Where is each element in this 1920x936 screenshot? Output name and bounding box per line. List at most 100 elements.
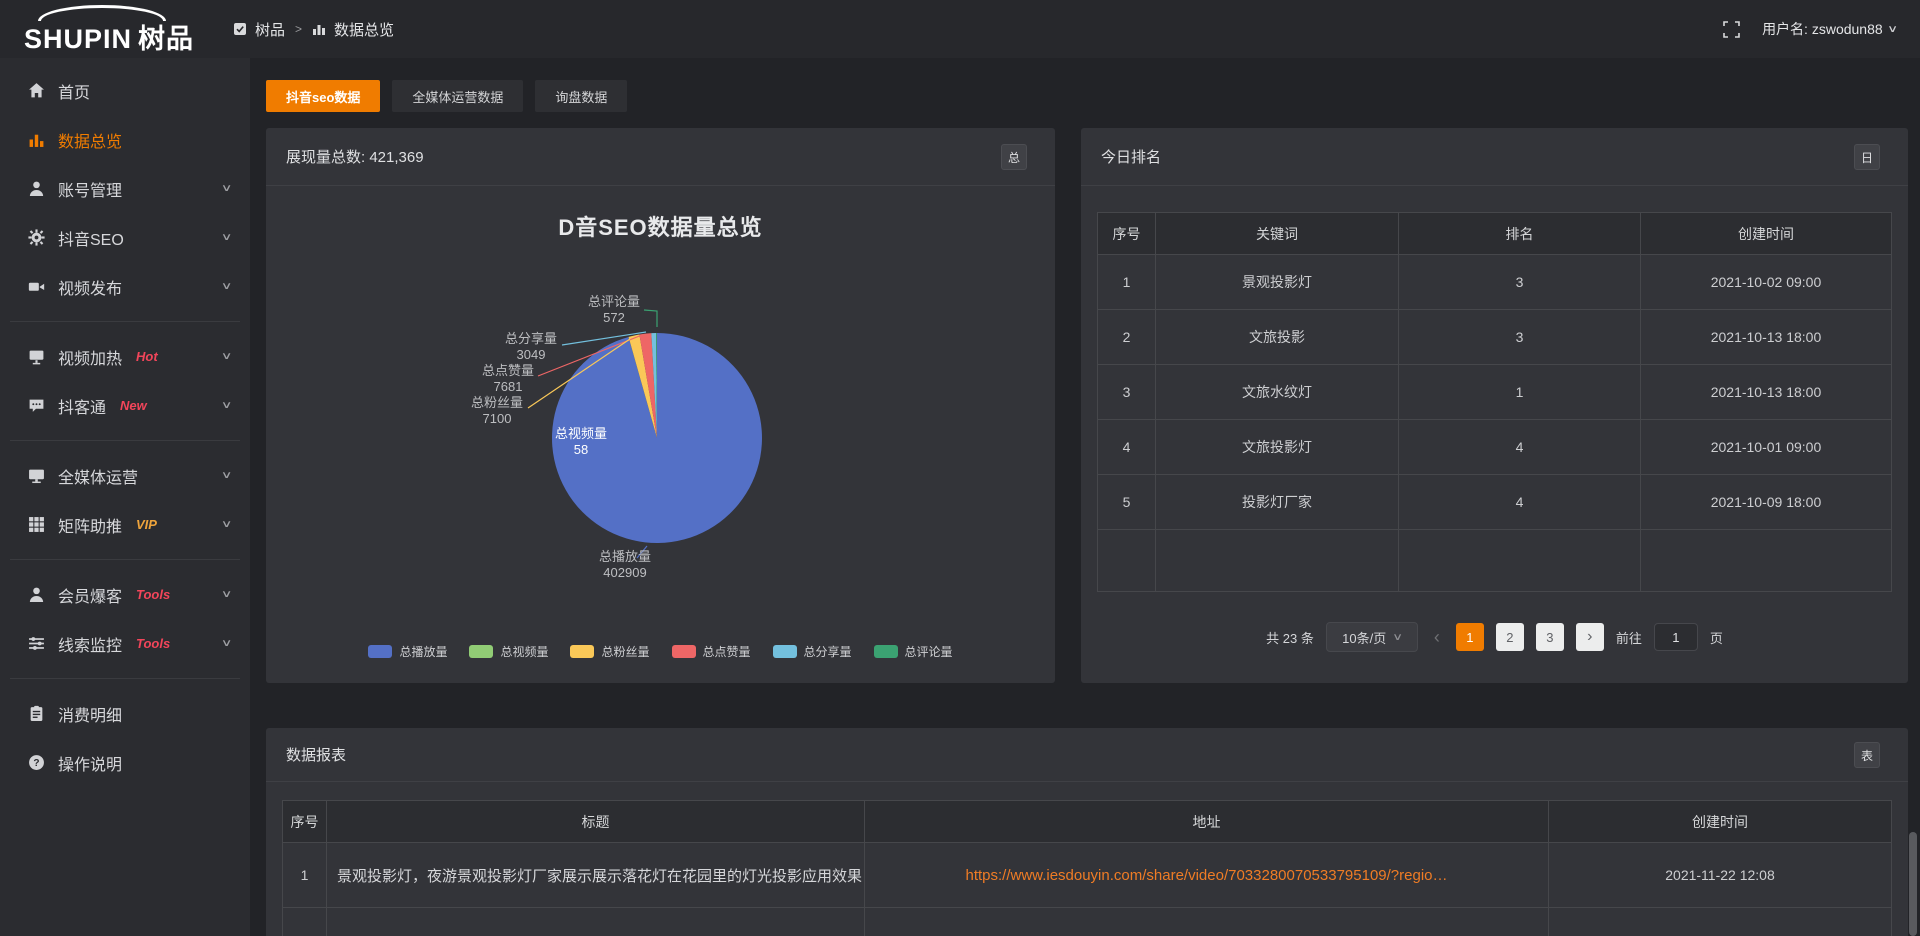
sidebar-item-video-publish[interactable]: 视频发布 ∨	[0, 262, 250, 311]
video-camera-icon	[28, 278, 45, 295]
svg-text:?: ?	[33, 758, 39, 769]
legend-item-plays[interactable]: 总播放量	[368, 643, 447, 660]
username-label: 用户名: zswodun88	[1762, 19, 1883, 39]
today-rank-panel: 今日排名 日 序号 关键词 排名 创建时间 1景观投影灯32021-10-02 …	[1081, 128, 1908, 683]
legend-chip	[368, 645, 392, 658]
col-url: 地址	[865, 801, 1549, 842]
chart-legend: 总播放量 总视频量 总粉丝量 总点赞量 总分享量 总评论量	[266, 643, 1055, 660]
sidebar-item-help[interactable]: ? 操作说明	[0, 738, 250, 787]
pie-label-videos: 总视频量58	[533, 426, 629, 458]
chevron-down-icon: ∨	[220, 351, 232, 362]
sliders-icon	[28, 635, 45, 652]
video-url-link[interactable]: https://www.iesdouyin.com/share/video/70…	[966, 867, 1448, 884]
vertical-scrollbar[interactable]	[1909, 832, 1917, 936]
col-rank: 排名	[1399, 213, 1641, 254]
col-created: 创建时间	[1641, 213, 1891, 254]
sidebar-divider	[10, 321, 240, 322]
legend-item-fans[interactable]: 总粉丝量	[570, 643, 649, 660]
page-button-3[interactable]: 3	[1536, 623, 1564, 651]
table-view-button[interactable]: 表	[1854, 742, 1880, 768]
chevron-down-icon: ∨	[220, 400, 232, 411]
col-no: 序号	[283, 801, 327, 842]
sidebar-item-data-overview[interactable]: 数据总览	[0, 115, 250, 164]
sidebar-divider	[10, 678, 240, 679]
report-panel-title: 数据报表	[286, 744, 346, 765]
sidebar-item-media-operation[interactable]: 全媒体运营 ∨	[0, 451, 250, 500]
table-row: 4文旅投影灯42021-10-01 09:00	[1098, 420, 1891, 475]
breadcrumb: 树品 > 数据总览	[233, 19, 394, 40]
app-logo: SHUPIN树品	[24, 0, 233, 58]
chevron-down-icon: ∨	[1392, 632, 1403, 643]
fullscreen-icon[interactable]	[1723, 21, 1740, 38]
sidebar-divider	[10, 559, 240, 560]
chevron-down-icon: ∨	[220, 183, 232, 194]
col-title: 标题	[327, 801, 865, 842]
chevron-down-icon: ∨	[220, 519, 232, 530]
sidebar-item-account[interactable]: 账号管理 ∨	[0, 164, 250, 213]
badge-tools: Tools	[136, 587, 170, 602]
legend-chip	[773, 645, 797, 658]
report-panel-header: 数据报表	[266, 728, 1908, 782]
tab-inquiry-data[interactable]: 询盘数据	[535, 80, 627, 112]
main-content: 抖音seo数据 全媒体运营数据 询盘数据 展现量总数: 421,369 总 D音…	[250, 58, 1920, 936]
gear-icon	[28, 229, 45, 246]
table-row-partial	[283, 908, 1891, 936]
video-title-cell: 景观投影灯，夜游景观投影灯厂家展示展示落花灯在花园里的灯光投影应用效果 #	[327, 843, 865, 907]
logo-text: SHUPIN	[24, 24, 132, 54]
tab-media-operation-data[interactable]: 全媒体运营数据	[392, 80, 523, 112]
badge-vip: VIP	[136, 517, 157, 532]
chevron-down-icon: ∨	[220, 281, 232, 292]
col-keyword: 关键词	[1156, 213, 1399, 254]
page-button-1[interactable]: 1	[1456, 623, 1484, 651]
col-no: 序号	[1098, 213, 1156, 254]
badge-new: New	[120, 398, 147, 413]
page-size-select[interactable]: 10条/页 ∨	[1326, 622, 1418, 652]
report-table: 序号 标题 地址 创建时间 1 景观投影灯，夜游景观投影灯厂家展示展示落花灯在花…	[282, 800, 1892, 936]
legend-item-shares[interactable]: 总分享量	[773, 643, 852, 660]
sidebar-item-video-heat[interactable]: 视频加热 Hot ∨	[0, 332, 250, 381]
legend-item-comments[interactable]: 总评论量	[874, 643, 953, 660]
breadcrumb-current: 数据总览	[334, 19, 394, 40]
chat-bubble-icon	[28, 397, 45, 414]
user-menu[interactable]: 用户名: zswodun88 ∨	[1762, 19, 1896, 39]
sidebar-item-douyin-seo[interactable]: 抖音SEO ∨	[0, 213, 250, 262]
legend-item-likes[interactable]: 总点赞量	[672, 643, 751, 660]
page-button-2[interactable]: 2	[1496, 623, 1524, 651]
grid-icon	[28, 516, 45, 533]
table-row: 2文旅投影32021-10-13 18:00	[1098, 310, 1891, 365]
col-created: 创建时间	[1549, 801, 1891, 842]
total-view-button[interactable]: 总	[1001, 144, 1027, 170]
chevron-down-icon: ∨	[220, 589, 232, 600]
sidebar-item-douketong[interactable]: 抖客通 New ∨	[0, 381, 250, 430]
screen-icon	[28, 348, 45, 365]
impressions-total: 展现量总数: 421,369	[286, 146, 424, 167]
table-row-empty	[1098, 530, 1891, 592]
daily-view-button[interactable]: 日	[1854, 144, 1880, 170]
rank-table-header: 序号 关键词 排名 创建时间	[1098, 213, 1891, 255]
data-tabs: 抖音seo数据 全媒体运营数据 询盘数据	[266, 80, 1908, 112]
pie-label-likes: 总点赞量7681	[460, 363, 556, 395]
legend-chip	[672, 645, 696, 658]
table-row: 3文旅水纹灯12021-10-13 18:00	[1098, 365, 1891, 420]
chevron-down-icon: ∨	[220, 470, 232, 481]
pie-label-plays: 总播放量402909	[577, 549, 673, 581]
sidebar-item-consume-detail[interactable]: 消费明细	[0, 689, 250, 738]
goto-page-input[interactable]	[1654, 623, 1698, 651]
chevron-down-icon: ∨	[1887, 24, 1898, 35]
sidebar-item-matrix-boost[interactable]: 矩阵助推 VIP ∨	[0, 500, 250, 549]
legend-item-videos[interactable]: 总视频量	[469, 643, 548, 660]
breadcrumb-home[interactable]: 树品	[255, 19, 285, 40]
pagination: 共 23 条 10条/页 ∨ ‹ 1 2 3 › 前往 页	[1081, 622, 1908, 652]
prev-page-button[interactable]: ‹	[1430, 627, 1444, 648]
top-bar: SHUPIN树品 树品 > 数据总览 用户名: zswodun88 ∨	[0, 0, 1920, 58]
table-row: 1 景观投影灯，夜游景观投影灯厂家展示展示落花灯在花园里的灯光投影应用效果 # …	[283, 843, 1891, 908]
tab-douyin-seo-data[interactable]: 抖音seo数据	[266, 80, 380, 112]
sidebar-item-leads-monitor[interactable]: 线索监控 Tools ∨	[0, 619, 250, 668]
sidebar-item-member-baoke[interactable]: 会员爆客 Tools ∨	[0, 570, 250, 619]
rank-panel-header: 今日排名	[1081, 128, 1908, 186]
next-page-button[interactable]: ›	[1576, 623, 1604, 651]
table-row: 1景观投影灯32021-10-02 09:00	[1098, 255, 1891, 310]
sidebar-item-home[interactable]: 首页	[0, 66, 250, 115]
rank-table: 序号 关键词 排名 创建时间 1景观投影灯32021-10-02 09:00 2…	[1097, 212, 1892, 592]
chart-title: D音SEO数据量总览	[266, 210, 1055, 242]
